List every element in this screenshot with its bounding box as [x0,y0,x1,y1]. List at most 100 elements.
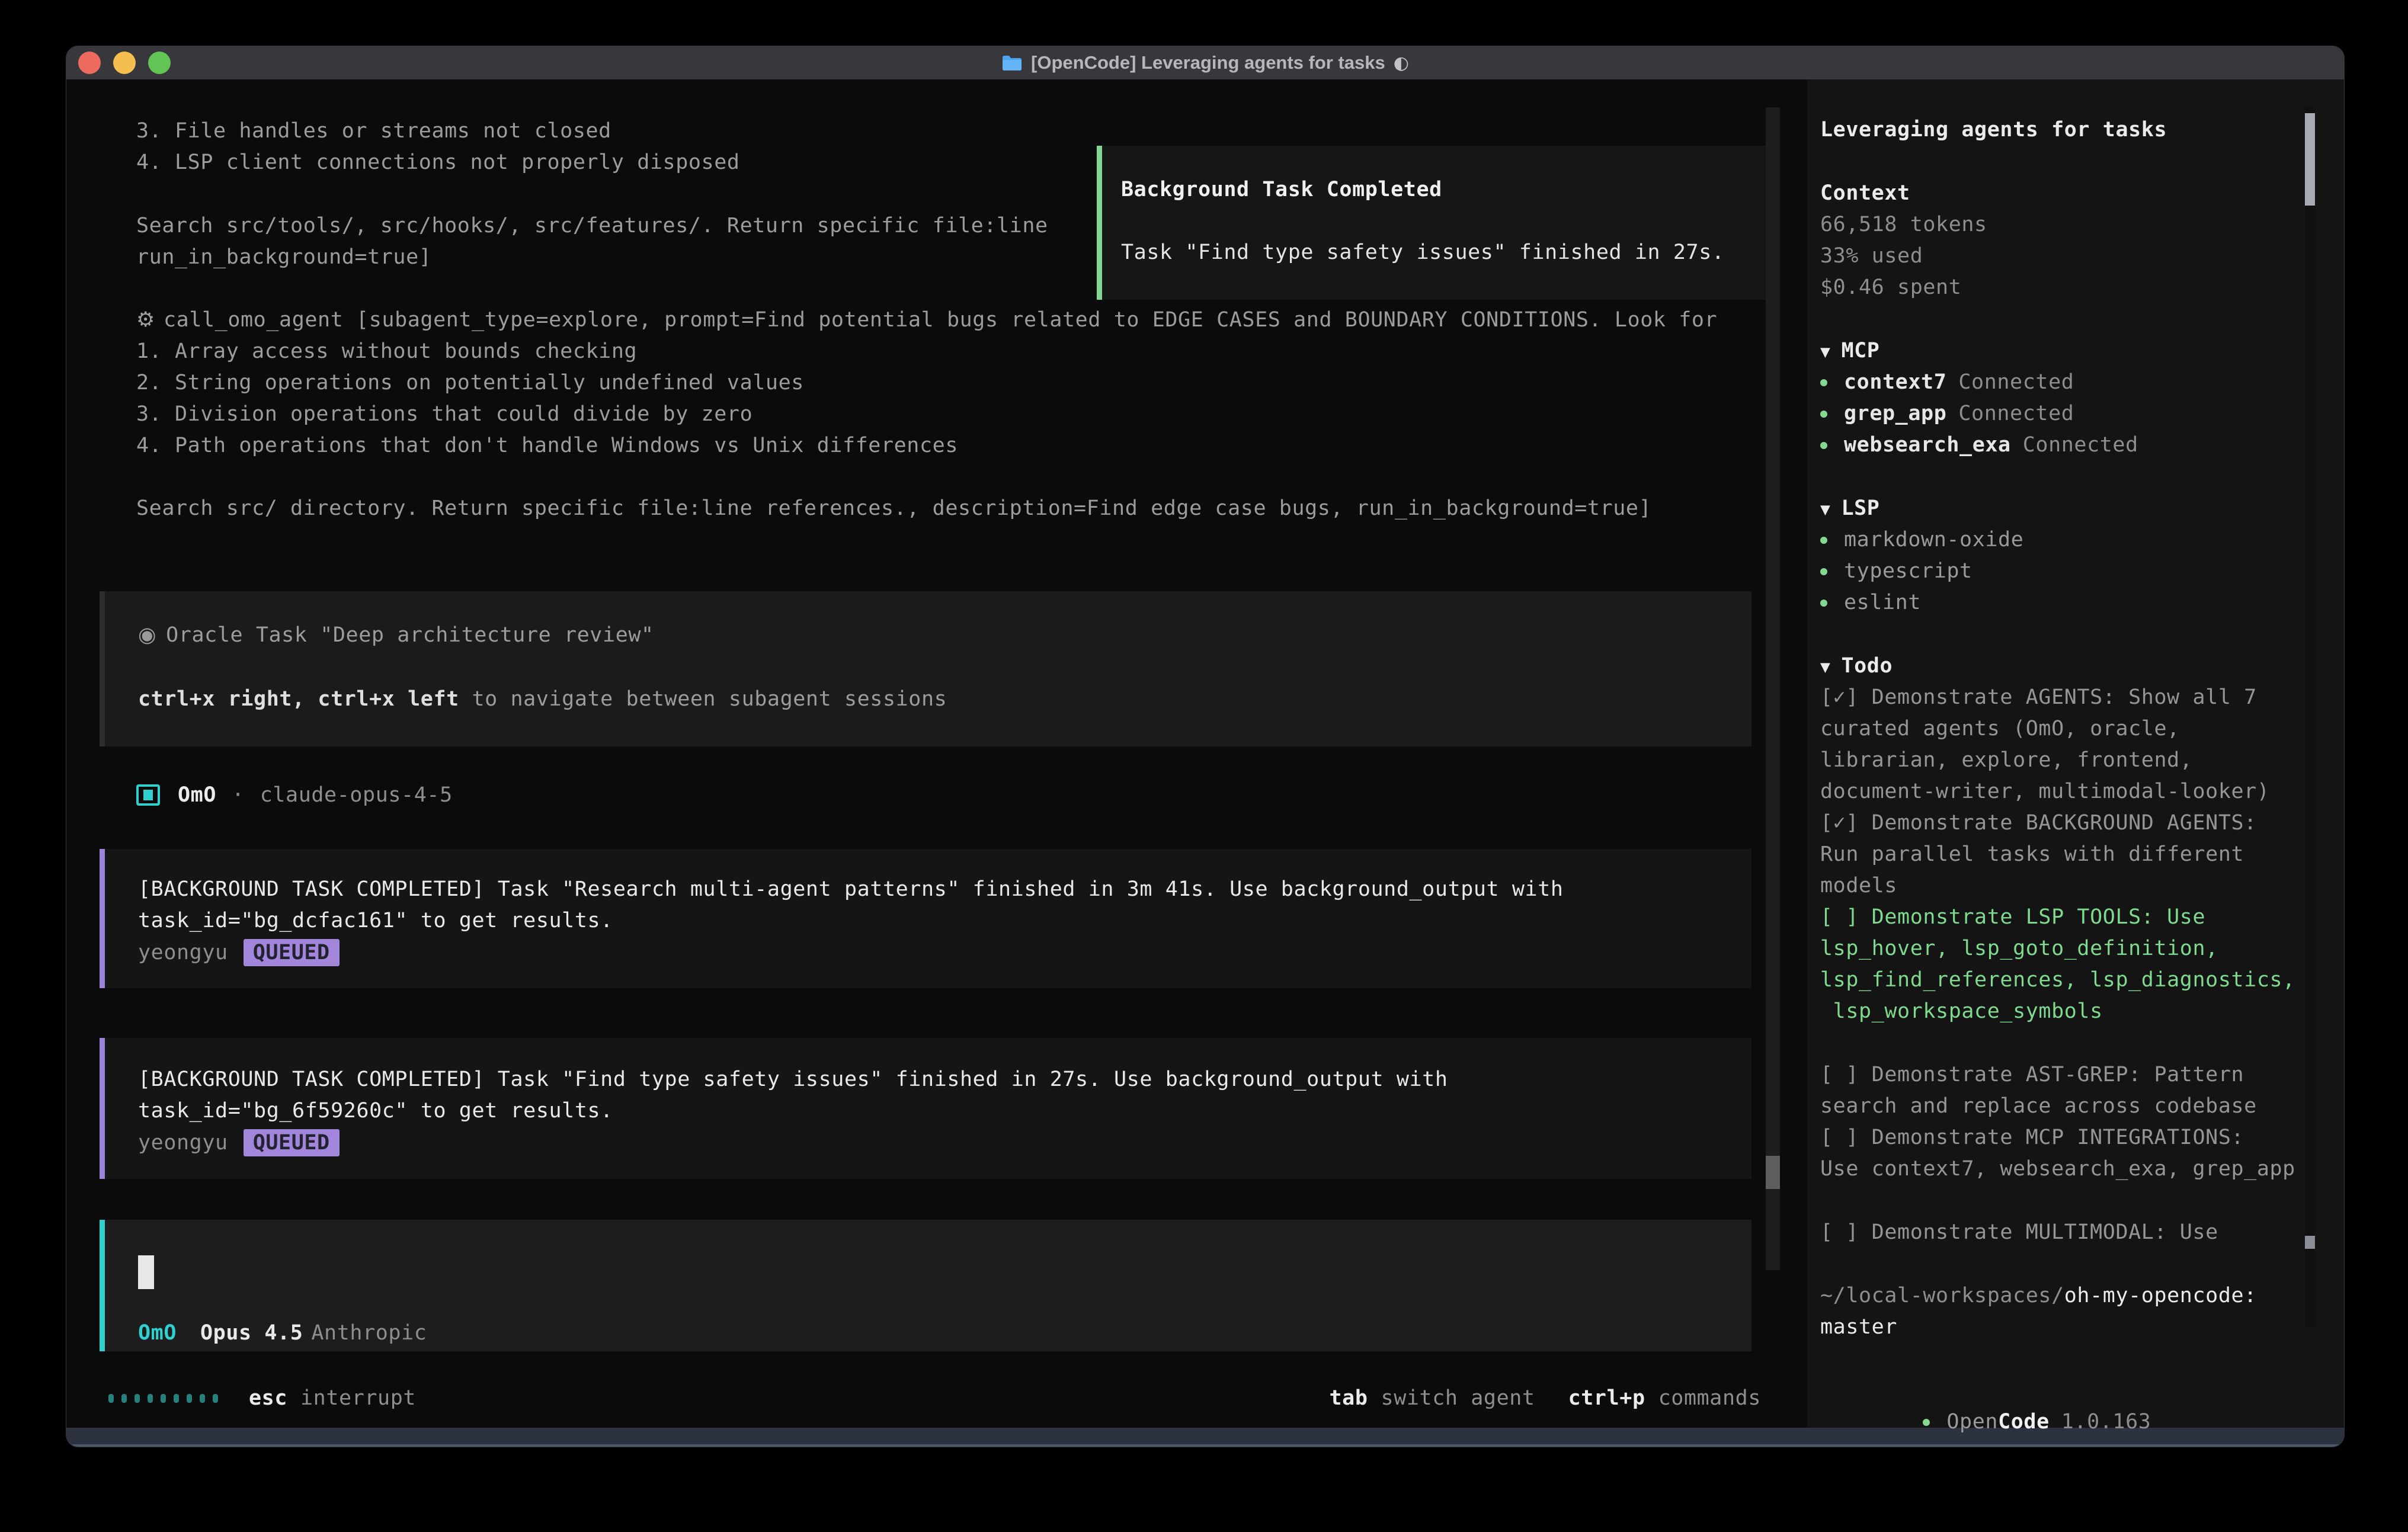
mcp-item: context7Connected [1820,367,2344,398]
window-title-group: [OpenCode] Leveraging agents for tasks ◐ [66,52,2344,73]
workspace-path: ~/local-workspaces/oh-my-opencode: maste… [1820,1280,2344,1343]
queued-badge: QUEUED [244,1129,340,1156]
todo-item: [ ] Demonstrate MCP INTEGRATIONS: Use co… [1820,1122,2344,1185]
session-busy-icon: ◐ [1394,53,1409,73]
todo-line: librarian, explore, frontend, [1820,745,2344,776]
lsp-item: eslint [1820,587,2344,618]
lsp-item: markdown-oxide [1820,524,2344,556]
mcp-item: grep_appConnected [1820,398,2344,430]
tool-call-footer: Search src/ directory. Return specific f… [136,493,1717,524]
status-right: tab switch agent ctrl+p commands [1330,1383,1761,1414]
folder-icon [1001,54,1023,72]
working-spinner-icon [108,1394,218,1403]
sidebar-session-title: Leveraging agents for tasks [1820,114,2344,146]
toast-notification: Background Task Completed Task "Find typ… [1097,146,1775,300]
oracle-task-card[interactable]: ◉Oracle Task "Deep architecture review" … [100,591,1751,746]
titlebar: [OpenCode] Leveraging agents for tasks ◐ [66,46,2344,79]
status-bar: esc interrupt tab switch agent ctrl+p co… [66,1383,1807,1414]
tool-call-block: ⚙ call_omo_agent [subagent_type=explore, … [136,305,1717,524]
chevron-down-icon: ▼ [1820,657,1830,677]
hint-keys: ctrl+x right, ctrl+x left [138,687,459,711]
todo-line: search and replace across codebase [1820,1091,2344,1122]
input-agent-name: OmO [138,1318,177,1349]
task-message-line: [BACKGROUND TASK COMPLETED] Task "Find t… [138,1064,1751,1095]
workspace-branch: master [1820,1312,2344,1343]
todo-line: lsp_find_references, lsp_diagnostics, [1820,964,2344,996]
todo-line: [ ] Demonstrate MCP INTEGRATIONS: [1820,1122,2344,1153]
fisheye-icon: ◉ [138,623,156,647]
status-left: esc interrupt [108,1383,416,1414]
task-message-line: [BACKGROUND TASK COMPLETED] Task "Resear… [138,874,1751,905]
background-task-message: [BACKGROUND TASK COMPLETED] Task "Find t… [100,1038,1751,1179]
workspace-path-line: ~/local-workspaces/oh-my-opencode: [1820,1280,2344,1312]
main-scrollbar[interactable] [1766,107,1780,1270]
prompt-input[interactable]: OmO Opus 4.5 Anthropic [100,1220,1751,1351]
esc-key-hint: esc [249,1383,287,1414]
task-message-meta: yeongyu QUEUED [138,937,1751,968]
sidebar-scrollbar[interactable] [2305,107,2315,1328]
status-dot-icon [1820,411,1827,418]
tool-call-text: call_omo_agent [subagent_type=explore, p… [164,308,1717,332]
hint-text: to navigate between subagent sessions [459,687,947,711]
lsp-item: typescript [1820,556,2344,587]
log-line: 4. LSP client connections not properly d… [136,147,740,178]
task-message-meta: yeongyu QUEUED [138,1127,1751,1158]
log-lines: 3. File handles or streams not closed 4.… [136,116,740,178]
sidebar-scrollbar-end [2305,1236,2315,1249]
separator-dot: · [232,783,245,807]
lsp-section-header[interactable]: ▼LSP [1820,493,2344,524]
status-dot-icon [1923,1419,1930,1426]
oracle-task-title: Oracle Task "Deep architecture review" [166,623,654,647]
todo-item: [✓] Demonstrate AGENTS: Show all 7 curat… [1820,682,2344,807]
todo-line: [ ] Demonstrate AST-GREP: Pattern [1820,1059,2344,1091]
window-title: [OpenCode] Leveraging agents for tasks [1031,52,1385,73]
status-dot-icon [1820,568,1827,575]
blank-line [136,461,1717,493]
status-dot-icon [1820,600,1827,607]
toast-title: Background Task Completed [1121,174,1769,206]
input-model-row: OmO Opus 4.5 Anthropic [138,1318,427,1349]
chevron-down-icon: ▼ [1820,342,1830,361]
todo-line: Use context7, websearch_exa, grep_app [1820,1153,2344,1185]
log-line: 3. File handles or streams not closed [136,116,740,147]
session-sidebar[interactable]: Leveraging agents for tasks Context 66,5… [1807,79,2344,1428]
todo-item: [ ] Demonstrate AST-GREP: Pattern search… [1820,1059,2344,1122]
tool-call-item: 2. String operations on potentially unde… [136,367,1717,399]
todo-line: document-writer, multimodal-looker) [1820,776,2344,807]
toast-body: Task "Find type safety issues" finished … [1121,237,1769,268]
todo-line: [✓] Demonstrate BACKGROUND AGENTS: [1820,807,2344,839]
todo-line: [✓] Demonstrate AGENTS: Show all 7 [1820,682,2344,713]
todo-line: Run parallel tasks with different [1820,839,2344,870]
tool-call-item: 3. Division operations that could divide… [136,399,1717,430]
gear-icon: ⚙ [136,308,155,332]
sidebar-scrollbar-thumb[interactable] [2305,113,2315,206]
tab-key-hint: tab [1330,1383,1368,1414]
ctrlp-key-hint: ctrl+p [1568,1383,1645,1414]
agent-name: OmO [178,783,216,807]
background-task-message: [BACKGROUND TASK COMPLETED] Task "Resear… [100,849,1751,988]
oracle-task-title-row: ◉ Oracle Task "Deep architecture review" [138,620,1751,651]
task-message-line: task_id="bg_6f59260c" to get results. [138,1095,1751,1127]
agent-session-header: OmO · claude-opus-4-5 [136,779,453,810]
log-line: run_in_background=true] [136,242,1048,273]
context-tokens: 66,518 tokens [1820,209,2344,241]
todo-line: [ ] Demonstrate LSP TOOLS: Use [1820,902,2344,933]
todo-line: curated agents (OmO, oracle, [1820,713,2344,745]
todo-line: models [1820,870,2344,902]
status-dot-icon [1820,537,1827,544]
agent-model: claude-opus-4-5 [260,783,453,807]
todo-section-header[interactable]: ▼Todo [1820,650,2344,682]
status-dot-icon [1820,379,1827,386]
terminal-window: [OpenCode] Leveraging agents for tasks ◐… [66,46,2344,1447]
conversation-pane[interactable]: 3. File handles or streams not closed 4.… [66,79,1807,1428]
main-scrollbar-thumb[interactable] [1766,1156,1780,1189]
todo-item: [ ] Demonstrate MULTIMODAL: Use [1820,1217,2344,1248]
esc-key-label: interrupt [300,1383,416,1414]
mcp-item: websearch_exaConnected [1820,430,2344,461]
context-heading: Context [1820,178,2344,209]
todo-line: lsp_hover, lsp_goto_definition, [1820,933,2344,964]
task-user: yeongyu [138,941,228,964]
todo-item-active: [ ] Demonstrate LSP TOOLS: Use lsp_hover… [1820,902,2344,1027]
todo-line: [ ] Demonstrate MULTIMODAL: Use [1820,1217,2344,1248]
mcp-section-header[interactable]: ▼MCP [1820,335,2344,367]
